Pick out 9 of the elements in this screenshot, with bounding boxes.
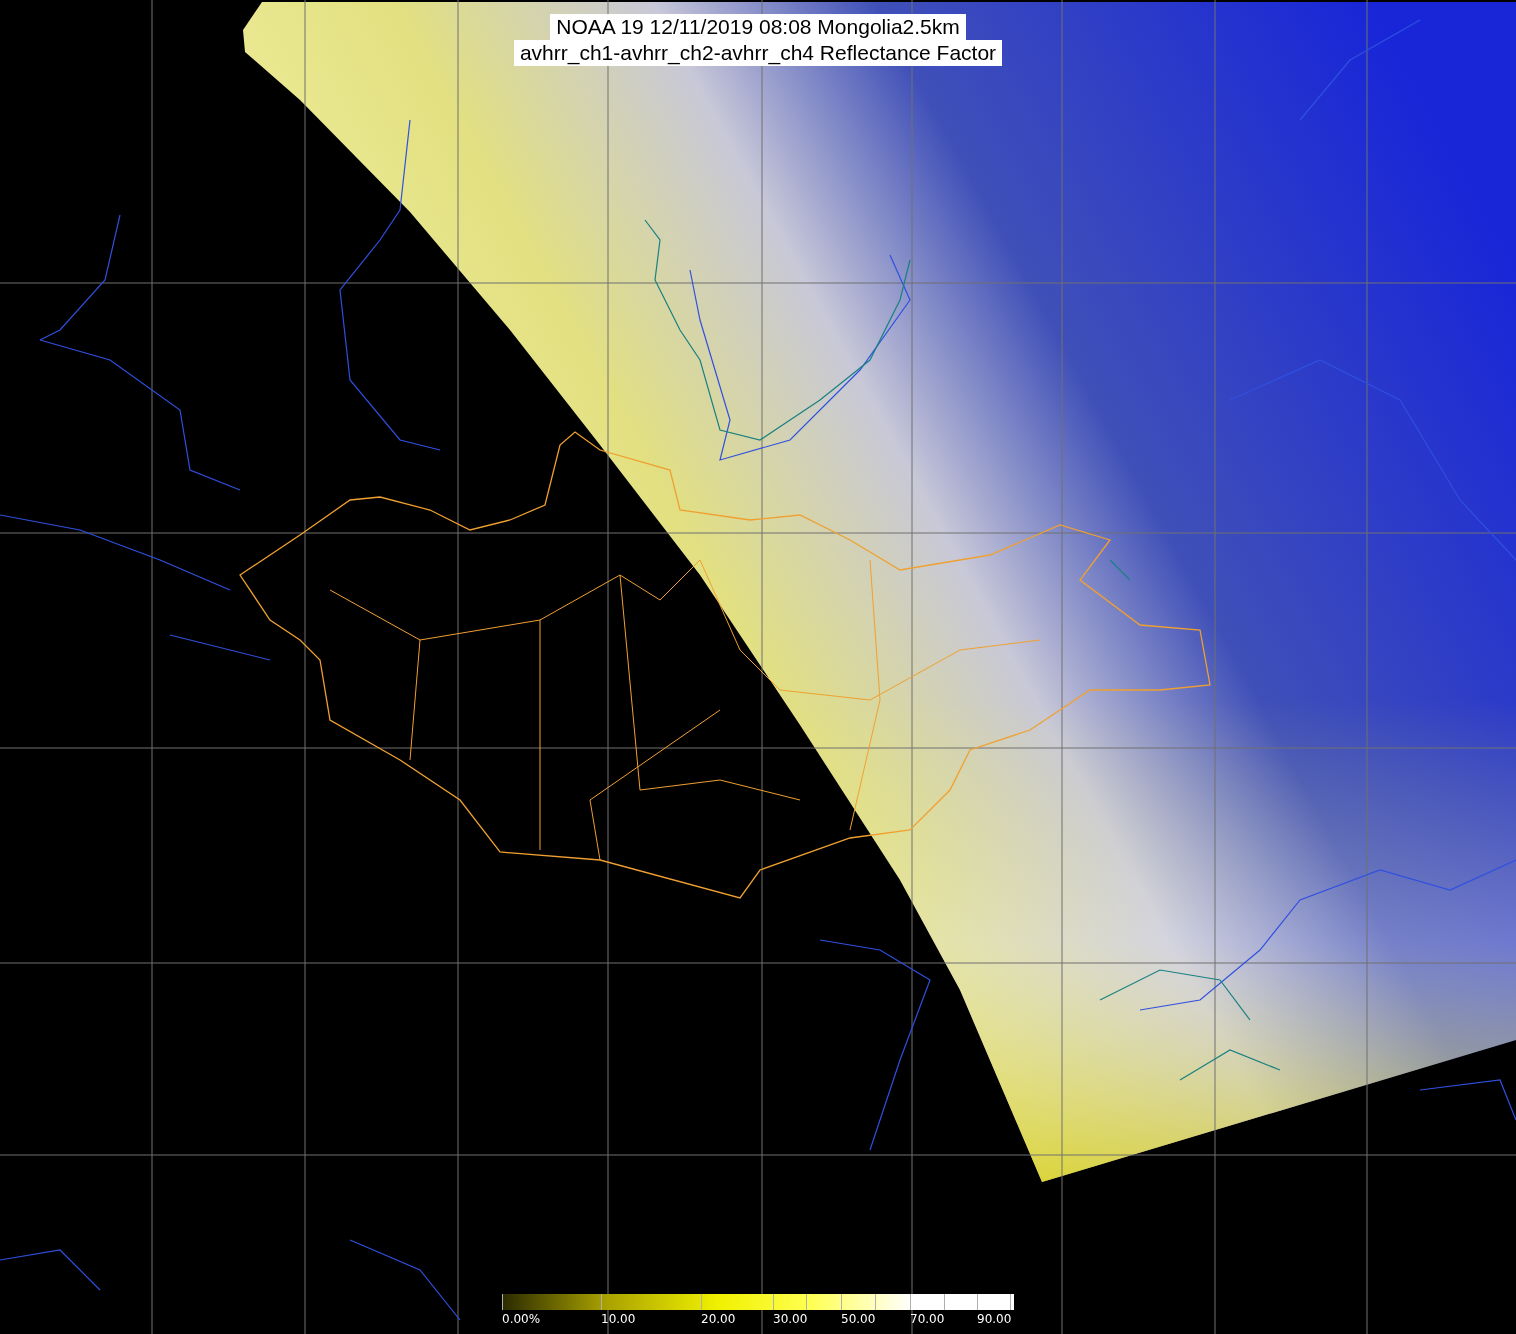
scale-label: 10.00 xyxy=(601,1312,636,1326)
image-title: NOAA 19 12/11/2019 08:08 Mongolia2.5km xyxy=(550,14,966,40)
scale-label: 0.00% xyxy=(502,1312,541,1326)
scale-label: 50.00 xyxy=(841,1312,876,1326)
scale-label: 90.00 xyxy=(977,1312,1012,1326)
scale-label: 20.00 xyxy=(701,1312,736,1326)
scale-label: 70.00 xyxy=(910,1312,945,1326)
scale-label: 30.00 xyxy=(773,1312,808,1326)
image-title: avhrr_ch1-avhrr_ch2-avhrr_ch4 Reflectance Factor xyxy=(513,40,1003,66)
